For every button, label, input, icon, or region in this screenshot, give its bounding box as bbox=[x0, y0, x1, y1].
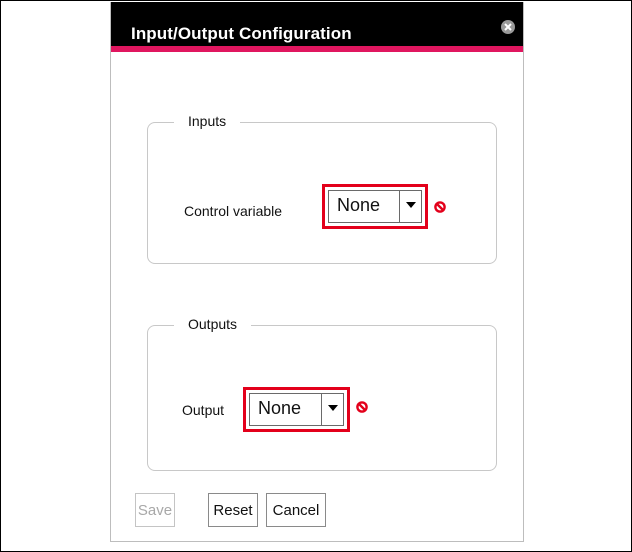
no-entry-icon bbox=[434, 201, 446, 213]
reset-button[interactable]: Reset bbox=[208, 493, 258, 527]
chevron-down-icon[interactable] bbox=[399, 191, 421, 222]
output-highlight: None bbox=[243, 387, 350, 432]
save-button[interactable]: Save bbox=[135, 493, 175, 527]
inputs-group: Inputs Control variable None bbox=[147, 113, 497, 264]
outputs-group: Outputs Output None bbox=[147, 316, 497, 471]
output-select[interactable]: None bbox=[249, 393, 344, 426]
cancel-button[interactable]: Cancel bbox=[266, 493, 326, 527]
io-config-dialog: Input/Output Configuration Inputs Contro… bbox=[110, 2, 524, 542]
no-entry-icon bbox=[356, 401, 368, 413]
control-variable-value: None bbox=[337, 195, 381, 215]
control-variable-highlight: None bbox=[322, 184, 428, 229]
outputs-legend: Outputs bbox=[174, 316, 252, 332]
dialog-title: Input/Output Configuration bbox=[131, 24, 352, 43]
output-label: Output bbox=[182, 402, 225, 418]
output-value: None bbox=[258, 398, 302, 418]
control-variable-select[interactable]: None bbox=[328, 190, 422, 223]
dialog-titlebar: Input/Output Configuration bbox=[111, 2, 523, 52]
inputs-legend: Inputs bbox=[174, 113, 241, 129]
control-variable-label: Control variable bbox=[184, 203, 283, 219]
close-icon[interactable] bbox=[501, 20, 515, 34]
chevron-down-icon[interactable] bbox=[321, 394, 343, 425]
